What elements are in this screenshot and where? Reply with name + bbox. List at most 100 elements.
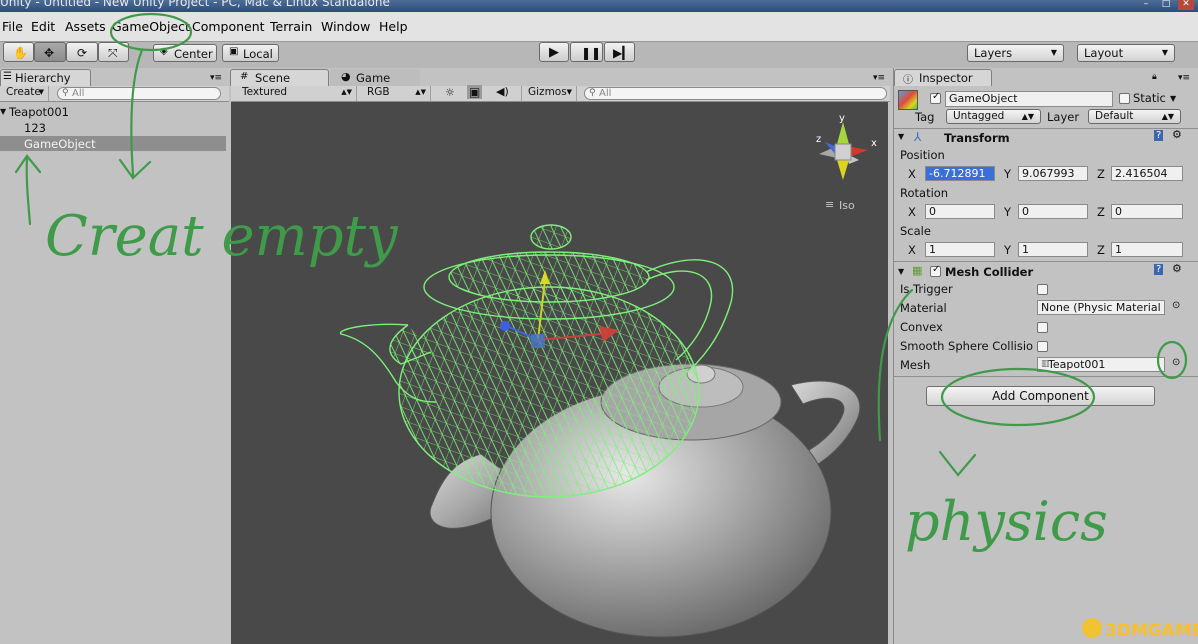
step-button[interactable]: ▶▎ xyxy=(604,42,635,62)
layout-dropdown[interactable]: Layout ▼ xyxy=(1077,44,1175,62)
layers-dropdown[interactable]: Layers ▼ xyxy=(967,44,1064,62)
is-trigger-checkbox[interactable] xyxy=(1037,284,1048,295)
material-label: Material xyxy=(900,301,947,315)
mesh-collider-enabled-checkbox[interactable]: ✓ xyxy=(930,264,941,277)
pause-button[interactable]: ❚❚ xyxy=(570,42,603,62)
chevron-down-icon: ▼ xyxy=(38,88,44,96)
search-icon: ⚲ xyxy=(62,88,69,98)
add-component-button[interactable]: Add Component xyxy=(926,386,1155,406)
menu-help[interactable]: Help xyxy=(379,19,408,34)
tab-hierarchy[interactable]: ☰ Hierarchy xyxy=(0,69,91,86)
static-checkbox[interactable] xyxy=(1119,93,1130,104)
chevron-down-icon: ▲▼ xyxy=(1161,112,1174,121)
space-toggle-button[interactable]: ▣ Local xyxy=(222,44,279,62)
mesh-collider-title: Mesh Collider xyxy=(945,265,1034,279)
active-checkbox[interactable]: ✓ xyxy=(930,91,941,104)
smooth-sphere-checkbox[interactable] xyxy=(1037,341,1048,352)
scene-search-input[interactable]: ⚲ All xyxy=(584,87,887,100)
foldout-arrow-icon[interactable]: ▼ xyxy=(898,267,904,276)
gear-icon[interactable]: ⚙ xyxy=(1172,262,1182,275)
scene-viewport[interactable]: y x z ≡ Iso xyxy=(231,102,888,644)
gizmos-dropdown[interactable]: Gizmos ▼ xyxy=(521,86,577,101)
toolbar: ✋ ✥ ⟳ ⤧ ◈ Center ▣ Local ▶ ❚❚ ▶▎ Layers ▼… xyxy=(0,42,1198,68)
help-icon[interactable]: ? xyxy=(1154,130,1164,141)
menu-terrain[interactable]: Terrain xyxy=(270,19,312,34)
menu-file[interactable]: File xyxy=(2,19,23,34)
position-y-label: Y xyxy=(1004,167,1012,181)
menu-assets[interactable]: Assets xyxy=(65,19,106,34)
position-y-field[interactable]: 9.067993 xyxy=(1018,166,1088,181)
orientation-gizmo[interactable]: y x z xyxy=(816,113,877,180)
create-dropdown[interactable]: Create ▼ xyxy=(0,86,49,101)
scale-tool-button[interactable]: ⤧ xyxy=(98,42,129,62)
image-icon[interactable]: ▣ xyxy=(467,85,483,99)
gear-icon[interactable]: ⚙ xyxy=(1172,128,1182,141)
menu-edit[interactable]: Edit xyxy=(31,19,55,34)
projection-label[interactable]: Iso xyxy=(839,199,855,212)
hand-tool-button[interactable]: ✋ xyxy=(3,42,34,62)
render-mode-dropdown[interactable]: Textured ▲▼ xyxy=(236,86,357,101)
rotation-x-field[interactable]: 0 xyxy=(925,204,995,219)
panel-menu-icon[interactable]: ▾≡ xyxy=(873,73,885,83)
color-mode-dropdown[interactable]: RGB ▲▼ xyxy=(361,86,431,101)
tab-scene[interactable]: # Scene xyxy=(230,69,329,86)
panel-menu-icon[interactable]: ▾≡ xyxy=(210,73,222,83)
position-z-field[interactable]: 2.416504 xyxy=(1111,166,1183,181)
close-icon[interactable]: ✕ xyxy=(1178,0,1194,10)
layers-label: Layers xyxy=(974,46,1013,60)
menu-component[interactable]: Component xyxy=(192,19,265,34)
mesh-field[interactable]: ▥ Teapot001 xyxy=(1037,357,1165,372)
hierarchy-tab-label: Hierarchy xyxy=(15,71,71,85)
scale-z-field[interactable]: 1 xyxy=(1111,242,1183,257)
search-placeholder: All xyxy=(599,88,612,99)
chevron-down-icon[interactable]: ▼ xyxy=(1170,94,1176,103)
rotation-y-field[interactable]: 0 xyxy=(1018,204,1088,219)
lock-icon[interactable]: 🔒︎ xyxy=(1152,72,1157,82)
lighting-icon[interactable]: ☼ xyxy=(445,86,455,99)
menu-icon: ≡ xyxy=(825,198,835,211)
mesh-value: Teapot001 xyxy=(1048,358,1106,371)
rotation-z-field[interactable]: 0 xyxy=(1111,204,1183,219)
gizmos-label: Gizmos xyxy=(528,86,567,98)
pivot-toggle-button[interactable]: ◈ Center xyxy=(153,44,217,62)
hierarchy-search-input[interactable]: ⚲ All xyxy=(57,87,221,100)
audio-icon[interactable]: ◀) xyxy=(496,85,509,98)
tab-game[interactable]: ◕ Game xyxy=(330,69,420,86)
material-field[interactable]: None (Physic Material xyxy=(1037,300,1165,315)
hierarchy-item-gameobject[interactable]: GameObject xyxy=(24,137,96,151)
tab-inspector[interactable]: ⓘ Inspector xyxy=(894,69,992,86)
position-x-field[interactable]: -6.712891 xyxy=(925,166,995,181)
hierarchy-panel: ☰ Hierarchy ▾≡ Create ▼ ⚲ All ▼ Teapot001 … xyxy=(0,68,229,644)
checkmark-icon: ✓ xyxy=(932,264,941,275)
layer-dropdown[interactable]: Default ▲▼ xyxy=(1088,109,1181,124)
play-button[interactable]: ▶ xyxy=(539,42,569,62)
object-picker-icon[interactable]: ⊙ xyxy=(1172,357,1180,368)
is-trigger-label: Is Trigger xyxy=(900,282,953,296)
render-mode-label: Textured xyxy=(242,86,288,98)
menu-window[interactable]: Window xyxy=(321,19,370,34)
scale-y-field[interactable]: 1 xyxy=(1018,242,1088,257)
convex-checkbox[interactable] xyxy=(1037,322,1048,333)
create-label: Create xyxy=(6,86,41,98)
gameobject-icon xyxy=(898,90,918,110)
help-icon[interactable]: ? xyxy=(1154,264,1164,275)
tag-dropdown[interactable]: Untagged ▲▼ xyxy=(946,109,1041,124)
hierarchy-item-teapot001[interactable]: Teapot001 xyxy=(9,105,69,119)
scale-label: Scale xyxy=(900,224,931,238)
object-name-input[interactable]: GameObject xyxy=(945,91,1113,107)
panel-menu-icon[interactable]: ▾≡ xyxy=(1178,73,1190,83)
rotate-tool-button[interactable]: ⟳ xyxy=(66,42,98,62)
mesh-collider-icon: ▦ xyxy=(912,264,923,277)
foldout-arrow-icon[interactable]: ▼ xyxy=(898,132,904,141)
maximize-icon[interactable]: □ xyxy=(1158,0,1174,10)
expand-arrow-icon[interactable]: ▼ xyxy=(0,107,6,116)
space-label: Local xyxy=(243,47,273,61)
move-tool-button[interactable]: ✥ xyxy=(34,42,66,62)
minimize-icon[interactable]: – xyxy=(1138,0,1154,10)
object-picker-icon[interactable]: ⊙ xyxy=(1172,300,1180,311)
search-icon: ⚲ xyxy=(589,88,596,98)
scale-x-field[interactable]: 1 xyxy=(925,242,995,257)
hierarchy-item-123[interactable]: 123 xyxy=(24,121,46,135)
menu-gameobject[interactable]: GameObject xyxy=(112,19,190,34)
chevron-down-icon: ▼ xyxy=(1161,48,1168,57)
